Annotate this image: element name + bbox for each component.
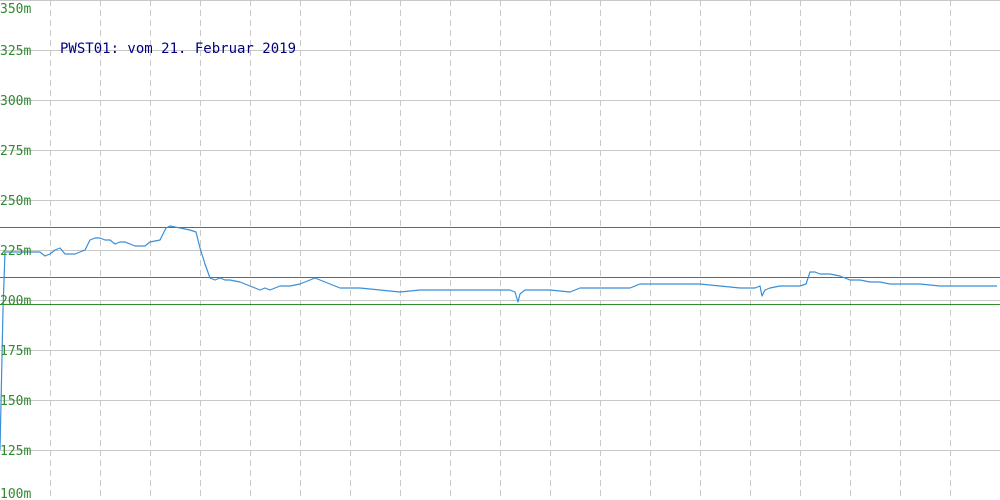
y-tick-label: 200m: [0, 294, 31, 309]
y-tick-label: 275m: [0, 144, 31, 159]
chart-title: PWST01: vom 21. Februar 2019: [60, 41, 296, 57]
y-tick-label: 100m: [0, 487, 31, 500]
y-tick-label: 350m: [0, 2, 31, 17]
y-tick-label: 325m: [0, 44, 31, 59]
y-tick-label: 150m: [0, 394, 31, 409]
line-chart: 350m 325m 300m 275m 250m 225m 200m 175m 150m 125m…: [0, 0, 1000, 500]
y-tick-label: 175m: [0, 344, 31, 359]
y-axis-ticks: 350m 325m 300m 275m 250m 225m 200m 175m 150m 125m…: [0, 2, 31, 500]
series-layer: [0, 225, 997, 451]
y-tick-label: 250m: [0, 194, 31, 209]
y-tick-label: 225m: [0, 244, 31, 259]
y-tick-label: 125m: [0, 444, 31, 459]
series-line: [0, 225, 997, 451]
y-tick-label: 300m: [0, 94, 31, 109]
grid: [0, 0, 1000, 500]
